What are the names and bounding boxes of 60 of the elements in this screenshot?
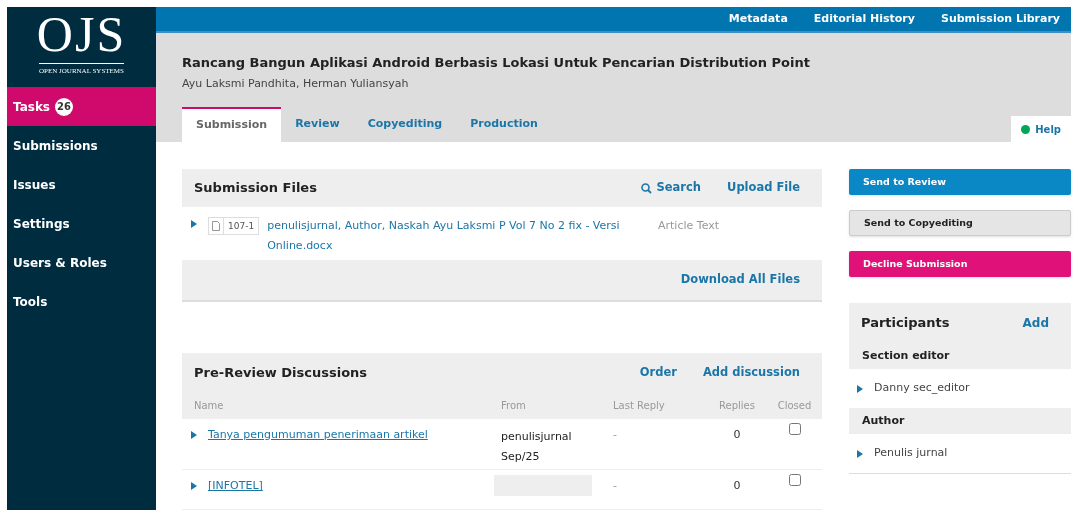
decision-button[interactable]: Send to Review: [849, 169, 1071, 195]
closed-checkbox[interactable]: [788, 423, 801, 435]
file-name-link[interactable]: penulisjurnal, Author, Naskah Ayu Laksmi P Vol 7 No 2 fix - Versi Online.docx: [267, 216, 638, 256]
panel-title: Submission Files: [194, 179, 317, 198]
add-participant-link[interactable]: Add: [1022, 314, 1049, 332]
replies-cell-text: 0: [732, 478, 742, 494]
panel-title: Participants: [861, 314, 950, 333]
submission-title: Rancang Bangun Aplikasi Android Berbasis Lokasi Untuk Pencarian Distribution Point: [182, 54, 811, 73]
column-header: Last Reply: [613, 399, 666, 413]
tab[interactable]: Review: [281, 107, 354, 142]
last-reply-cell-text: -: [613, 427, 618, 443]
sidebar-item[interactable]: Submissions: [7, 126, 156, 165]
expand-icon[interactable]: [191, 220, 197, 228]
replies-cell-text: 0: [732, 427, 742, 443]
column-header: Replies: [718, 399, 756, 413]
sidebar-item[interactable]: Tasks 26: [7, 87, 156, 126]
panel-action-link[interactable]: Order: [639, 363, 677, 382]
sidebar-item[interactable]: Issues: [7, 165, 156, 204]
tab[interactable]: Submission: [182, 107, 282, 142]
column-header: From: [501, 399, 527, 413]
top-bar-link[interactable]: Editorial History: [813, 10, 915, 28]
last-reply-cell-text: -: [613, 478, 618, 494]
decision-button[interactable]: Send to Copyediting: [849, 210, 1071, 236]
closed-checkbox[interactable]: [788, 474, 801, 486]
info-icon: [1021, 124, 1031, 134]
sent-date: Sep/25: [501, 449, 541, 465]
decision-button[interactable]: Decline Submission: [849, 251, 1071, 277]
expand-icon[interactable]: [191, 431, 197, 440]
expand-icon[interactable]: [857, 384, 863, 393]
tab[interactable]: Production: [456, 107, 552, 142]
tab[interactable]: Copyediting: [353, 107, 457, 142]
panel-action-link[interactable]: Upload File: [727, 179, 800, 197]
role-heading: Section editor: [862, 347, 950, 364]
panel-action-link[interactable]: Add discussion: [702, 363, 800, 382]
download-all-link[interactable]: Download All Files: [680, 271, 800, 289]
column-header: Closed: [776, 399, 813, 413]
sidebar-item[interactable]: Tools: [7, 282, 156, 321]
file-type: Article Text: [658, 218, 720, 234]
role-heading: Author: [862, 412, 905, 429]
file-id-badge: 107-1: [208, 217, 260, 235]
logo-mark: OJS: [36, 9, 127, 59]
help-tab[interactable]: Help: [1011, 116, 1071, 142]
count-badge: 26: [55, 97, 73, 116]
sidebar-item[interactable]: Users & Roles: [7, 243, 156, 282]
participant-name[interactable]: Penulis jurnal: [874, 445, 948, 462]
search-icon: [640, 182, 652, 194]
panel-title: Pre-Review Discussions: [194, 363, 368, 382]
discussion-link[interactable]: Tanya pengumuman penerimaan artikel: [208, 427, 428, 444]
expand-icon[interactable]: [857, 449, 863, 458]
top-bar-link[interactable]: Submission Library: [940, 10, 1060, 28]
sender-name: penulisjurnal: [501, 429, 573, 445]
document-icon: [209, 218, 224, 234]
column-header: Name: [193, 399, 225, 413]
submission-authors: Ayu Laksmi Pandhita, Herman Yuliansyah: [182, 75, 410, 92]
expand-icon[interactable]: [191, 482, 197, 491]
discussion-link[interactable]: [INFOTEL]: [208, 478, 263, 495]
panel-action-link[interactable]: Search: [640, 179, 702, 197]
participant-name[interactable]: Danny sec_editor: [874, 380, 970, 397]
sidebar-item[interactable]: Settings: [7, 204, 156, 243]
top-bar-link[interactable]: Metadata: [728, 10, 788, 28]
